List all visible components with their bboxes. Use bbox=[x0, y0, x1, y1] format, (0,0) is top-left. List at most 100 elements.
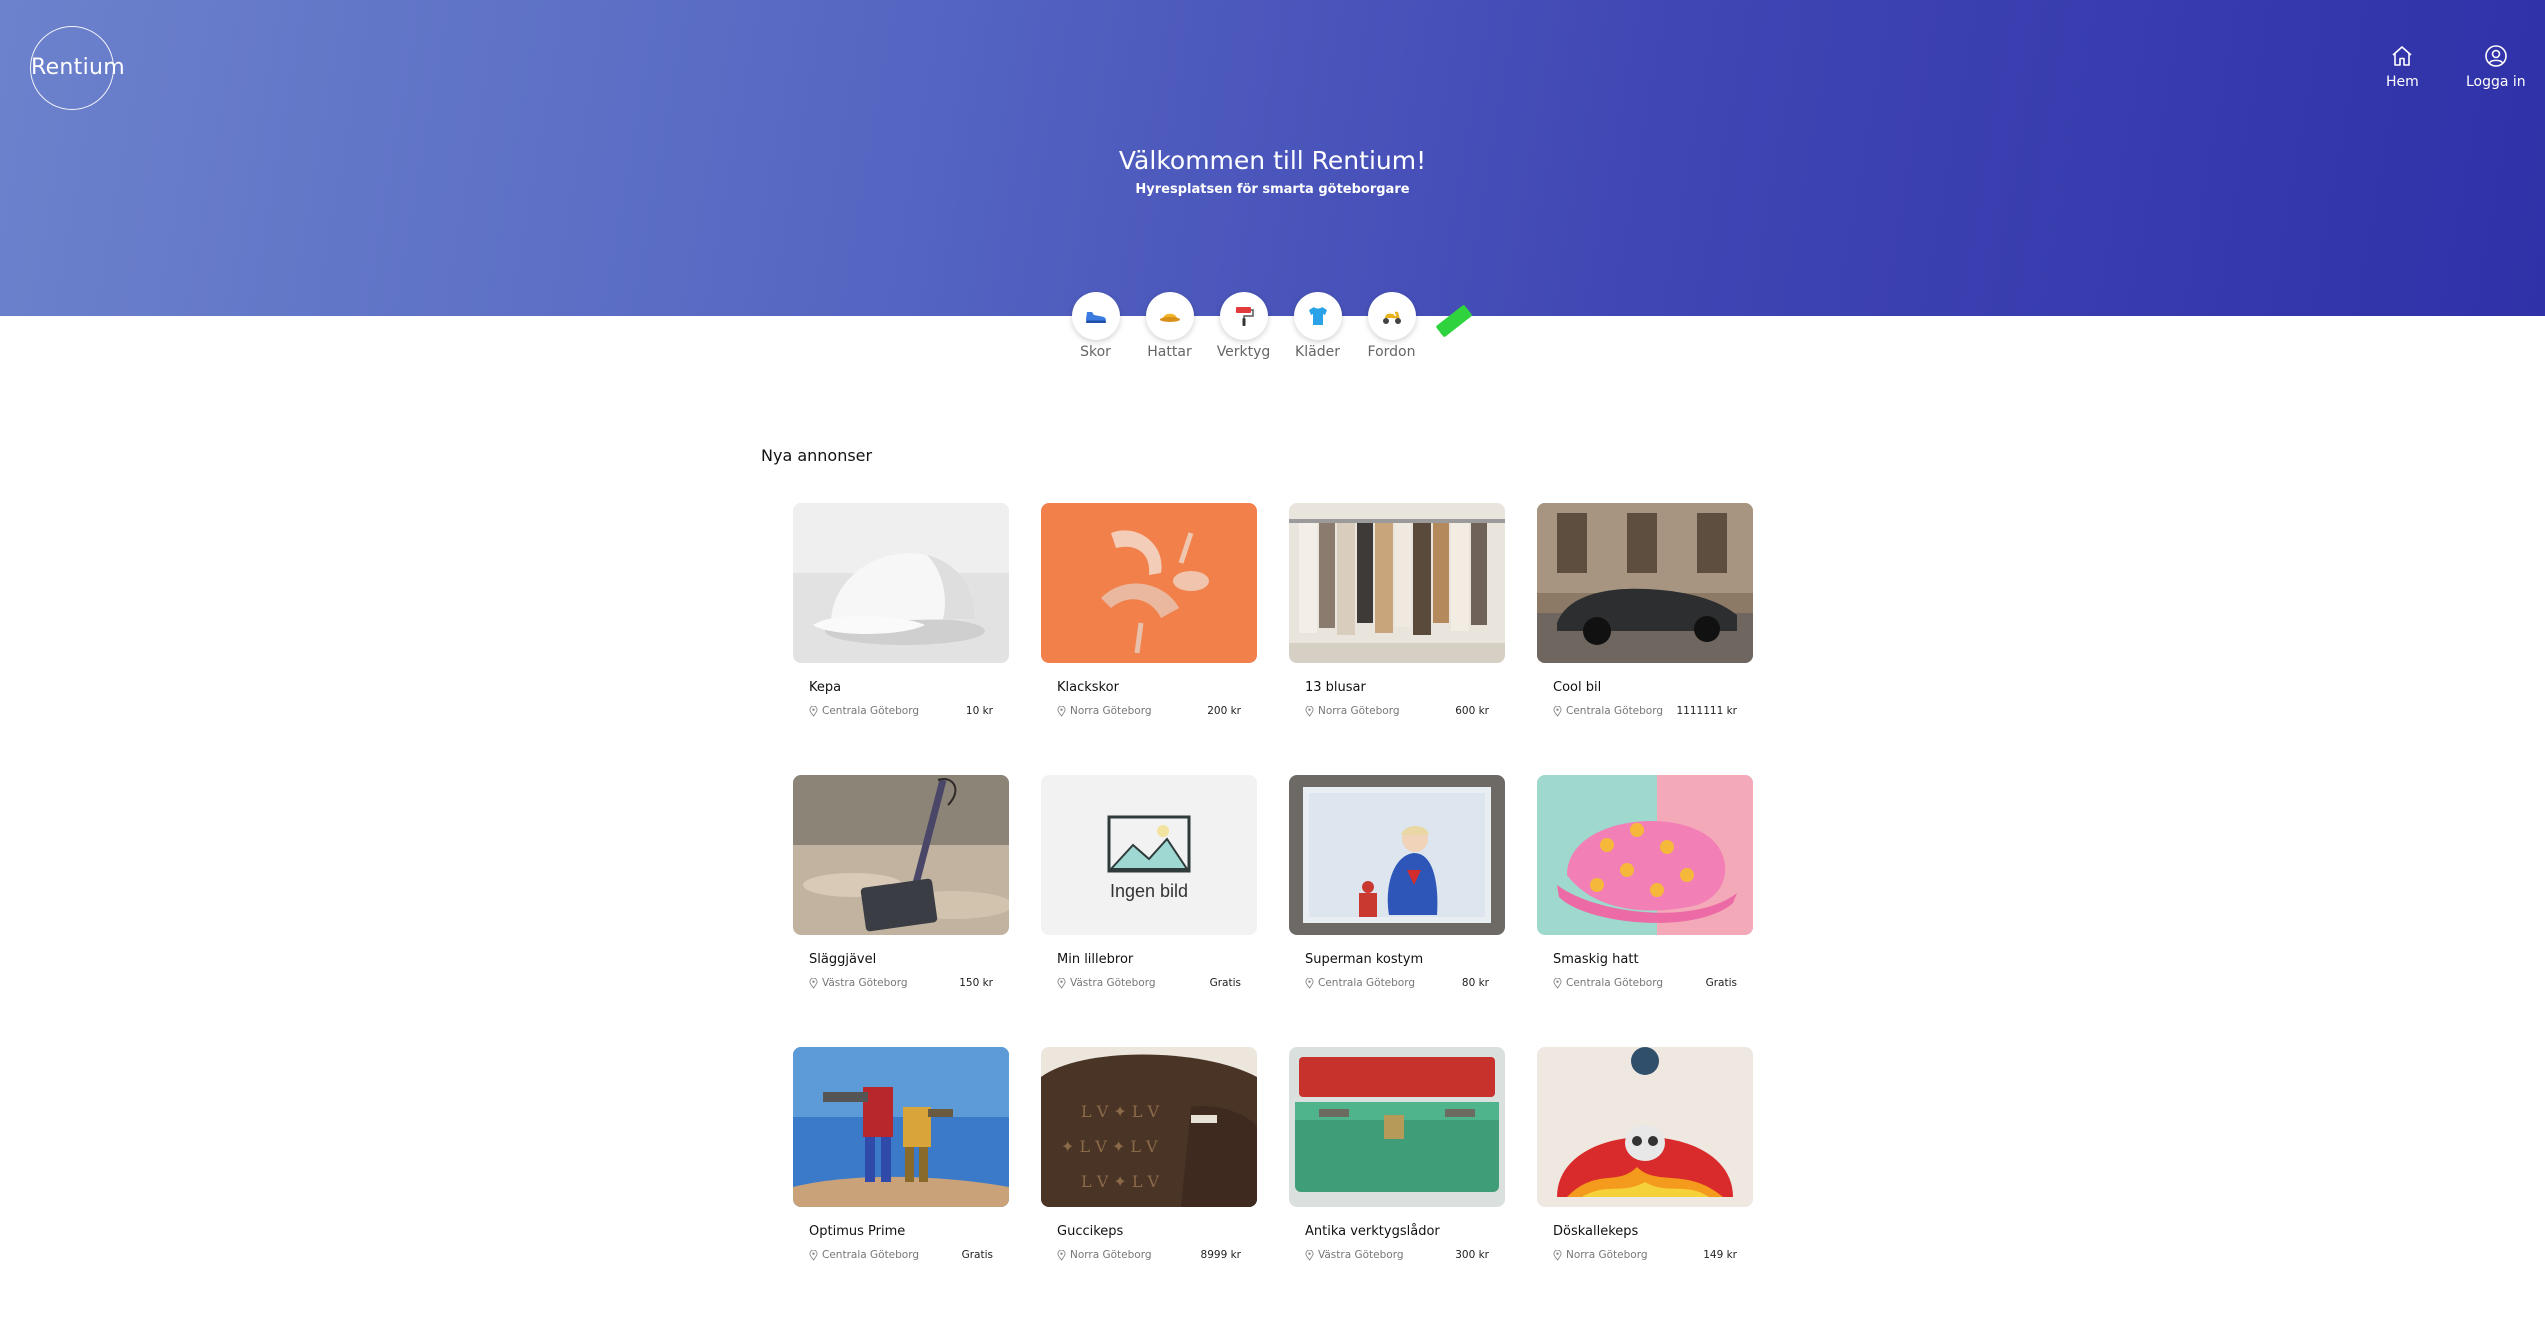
location-pin-icon bbox=[1057, 977, 1066, 989]
listing-title: Släggjävel bbox=[809, 952, 877, 967]
listing-meta: Västra Göteborg Gratis bbox=[1057, 977, 1241, 989]
listing-meta: Västra Göteborg 150 kr bbox=[809, 977, 993, 989]
listing-title: 13 blusar bbox=[1305, 680, 1366, 695]
listing-location: Norra Göteborg bbox=[1057, 705, 1152, 717]
location-pin-icon bbox=[1305, 705, 1314, 717]
category-skor[interactable]: Skor bbox=[1071, 292, 1120, 360]
listing-location: Norra Göteborg bbox=[1057, 1249, 1152, 1261]
listing-card[interactable]: Kepa Centrala Göteborg 10 kr bbox=[793, 503, 1009, 775]
listing-card[interactable]: L V ✦ L V ✦ L V ✦ L VL V ✦ L V Guccikeps … bbox=[1041, 1047, 1257, 1319]
listing-card[interactable]: Ingen bild Min lillebror Västra Göteborg… bbox=[1041, 775, 1257, 1047]
listing-location: Norra Göteborg bbox=[1305, 705, 1400, 717]
location-text: Norra Göteborg bbox=[1070, 1249, 1152, 1261]
listing-price: 80 kr bbox=[1461, 977, 1489, 989]
listing-card[interactable]: Superman kostym Centrala Göteborg 80 kr bbox=[1289, 775, 1505, 1047]
location-text: Västra Göteborg bbox=[1070, 977, 1156, 989]
listing-image bbox=[1537, 775, 1753, 935]
listing-location: Västra Göteborg bbox=[1057, 977, 1156, 989]
listing-meta: Centrala Göteborg 10 kr bbox=[809, 705, 993, 717]
listing-card[interactable]: Antika verktygslådor Västra Göteborg 300… bbox=[1289, 1047, 1505, 1319]
location-text: Centrala Göteborg bbox=[1566, 977, 1664, 989]
listing-price: 200 kr bbox=[1207, 705, 1241, 717]
nav-login[interactable]: Logga in bbox=[2466, 44, 2526, 90]
category-icon-circle bbox=[1071, 292, 1120, 340]
listing-price: Gratis bbox=[1209, 977, 1241, 989]
listing-meta: Centrala Göteborg 80 kr bbox=[1305, 977, 1489, 989]
listing-card[interactable]: Klackskor Norra Göteborg 200 kr bbox=[1041, 503, 1257, 775]
listing-price: Gratis bbox=[1705, 977, 1737, 989]
shirt-icon bbox=[1308, 307, 1327, 325]
section-title: Nya annonser bbox=[761, 446, 873, 465]
listing-meta: Centrala Göteborg Gratis bbox=[1553, 977, 1737, 989]
location-pin-icon bbox=[809, 1249, 818, 1261]
listing-meta: Norra Göteborg 600 kr bbox=[1305, 705, 1489, 717]
category-verktyg[interactable]: Verktyg bbox=[1216, 292, 1271, 360]
listing-price: 600 kr bbox=[1455, 705, 1489, 717]
paint-roller-icon bbox=[1235, 307, 1254, 326]
category-hattar[interactable]: Hattar bbox=[1145, 292, 1194, 360]
nav-home[interactable]: Hem bbox=[2386, 44, 2419, 90]
scooter-icon bbox=[1382, 311, 1401, 324]
listing-image bbox=[1289, 775, 1505, 935]
category-icon-circle bbox=[1145, 292, 1194, 340]
location-text: Norra Göteborg bbox=[1070, 705, 1152, 717]
listing-location: Västra Göteborg bbox=[1305, 1249, 1404, 1261]
hero-subtitle: Hyresplatsen för smarta göteborgare bbox=[1135, 182, 1410, 197]
listing-location: Norra Göteborg bbox=[1553, 1249, 1648, 1261]
listing-location: Västra Göteborg bbox=[809, 977, 908, 989]
nav-login-label: Logga in bbox=[2466, 74, 2526, 90]
listing-card[interactable]: 13 blusar Norra Göteborg 600 kr bbox=[1289, 503, 1505, 775]
nav-home-label: Hem bbox=[2386, 74, 2419, 90]
location-text: Norra Göteborg bbox=[1318, 705, 1400, 717]
listing-price: 150 kr bbox=[959, 977, 993, 989]
location-pin-icon bbox=[1553, 705, 1562, 717]
listing-meta: Norra Göteborg 149 kr bbox=[1553, 1249, 1737, 1261]
listing-image bbox=[1537, 1047, 1753, 1207]
listing-image bbox=[793, 775, 1009, 935]
listing-location: Centrala Göteborg bbox=[809, 705, 919, 717]
category-fordon[interactable]: Fordon bbox=[1367, 292, 1416, 360]
listing-image bbox=[1537, 503, 1753, 663]
listing-card[interactable]: Döskallekeps Norra Göteborg 149 kr bbox=[1537, 1047, 1753, 1319]
category-icon-circle bbox=[1219, 292, 1268, 340]
listing-price: 149 kr bbox=[1703, 1249, 1737, 1261]
hat-icon bbox=[1159, 313, 1180, 322]
category-icon-circle bbox=[1293, 292, 1342, 340]
listing-location: Centrala Göteborg bbox=[809, 1249, 919, 1261]
listing-location: Centrala Göteborg bbox=[1553, 977, 1663, 989]
listing-card[interactable]: Smaskig hatt Centrala Göteborg Gratis bbox=[1537, 775, 1753, 1047]
listing-location: Centrala Göteborg bbox=[1553, 705, 1663, 717]
rentium-logo[interactable]: Rentium bbox=[30, 26, 125, 110]
listing-title: Klackskor bbox=[1057, 680, 1119, 695]
listing-card[interactable]: Släggjävel Västra Göteborg 150 kr bbox=[793, 775, 1009, 1047]
hero-title: Välkommen till Rentium! bbox=[1118, 146, 1427, 175]
shoe-icon bbox=[1085, 312, 1106, 323]
listing-title: Cool bil bbox=[1553, 680, 1602, 695]
listing-price: 300 kr bbox=[1455, 1249, 1489, 1261]
no-image-icon: Ingen bild bbox=[1107, 815, 1191, 901]
listing-price: 10 kr bbox=[965, 705, 993, 717]
location-pin-icon bbox=[1305, 977, 1314, 989]
location-pin-icon bbox=[1305, 1249, 1314, 1261]
listing-grid: Kepa Centrala Göteborg 10 kr Klackskor N… bbox=[793, 503, 1753, 1319]
location-pin-icon bbox=[1553, 977, 1562, 989]
home-icon bbox=[2392, 46, 2412, 66]
listing-title: Döskallekeps bbox=[1553, 1224, 1639, 1239]
location-text: Västra Göteborg bbox=[1318, 1249, 1404, 1261]
hero-banner: Rentium Hem Logga in Välkommen till Rent… bbox=[0, 0, 2545, 316]
location-text: Centrala Göteborg bbox=[822, 1249, 920, 1261]
listing-price: Gratis bbox=[961, 1249, 993, 1261]
category-label: Verktyg bbox=[1216, 344, 1271, 360]
location-pin-icon bbox=[809, 705, 818, 717]
listing-card[interactable]: Cool bil Centrala Göteborg 1111111 kr bbox=[1537, 503, 1753, 775]
listing-title: Antika verktygslådor bbox=[1305, 1224, 1440, 1239]
location-pin-icon bbox=[1057, 1249, 1066, 1261]
listing-title: Guccikeps bbox=[1057, 1224, 1124, 1239]
listing-card[interactable]: Optimus Prime Centrala Göteborg Gratis bbox=[793, 1047, 1009, 1319]
listing-image bbox=[793, 1047, 1009, 1207]
listing-image bbox=[1289, 503, 1505, 663]
category-klader[interactable]: Kläder bbox=[1293, 292, 1342, 360]
listing-meta: Norra Göteborg 200 kr bbox=[1057, 705, 1241, 717]
placeholder-text: Ingen bild bbox=[1110, 881, 1188, 901]
category-label: Fordon bbox=[1367, 344, 1416, 360]
